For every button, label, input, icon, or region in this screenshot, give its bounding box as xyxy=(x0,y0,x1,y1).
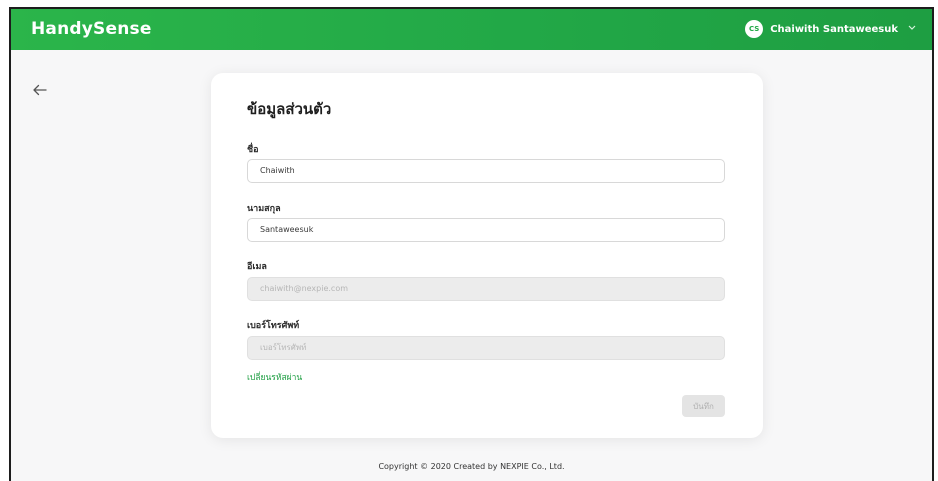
change-password-link[interactable]: เปลี่ยนรหัสผ่าน xyxy=(247,370,302,384)
phone-label: เบอร์โทรศัพท์ xyxy=(247,321,300,331)
save-button[interactable]: บันทึก xyxy=(682,395,725,417)
footer-copyright: Copyright © 2020 Created by NEXPIE Co., … xyxy=(378,462,565,471)
last-name-label: นามสกุล xyxy=(247,204,281,214)
brand-logo[interactable]: HandySense xyxy=(31,19,152,39)
phone-field: เบอร์โทรศัพท์ xyxy=(247,336,725,360)
app-window: HandySense CS Chaiwith Santaweesuk ข้อมู… xyxy=(9,7,934,481)
email-field: chaiwith@nexpie.com xyxy=(247,277,725,301)
profile-card: ข้อมูลส่วนตัว ชื่อ Chaiwith นามสกุล Sant… xyxy=(211,73,763,438)
first-name-label: ชื่อ xyxy=(247,145,259,155)
user-avatar: CS xyxy=(745,20,764,38)
page-title: ข้อมูลส่วนตัว xyxy=(247,100,332,118)
email-label: อีเมล xyxy=(247,262,267,272)
arrow-left-icon[interactable] xyxy=(31,81,49,99)
last-name-field[interactable]: Santaweesuk xyxy=(247,218,725,242)
chevron-down-icon xyxy=(908,24,916,34)
user-name: Chaiwith Santaweesuk xyxy=(770,23,898,35)
user-menu[interactable]: CS Chaiwith Santaweesuk xyxy=(745,20,916,38)
first-name-field[interactable]: Chaiwith xyxy=(247,159,725,183)
top-navbar: HandySense CS Chaiwith Santaweesuk xyxy=(11,9,932,50)
